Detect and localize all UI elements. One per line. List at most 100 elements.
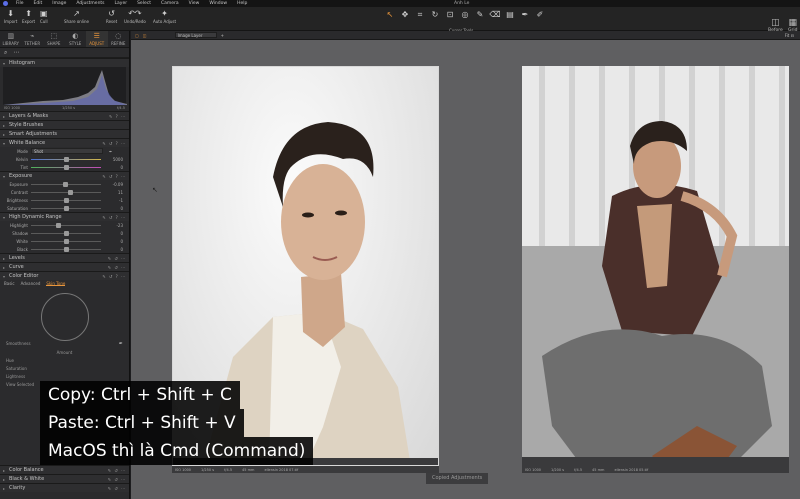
highlight-value[interactable]: -23 xyxy=(101,223,123,228)
annotate-tool-icon[interactable]: ✐ xyxy=(534,10,546,20)
section-controls-icon[interactable]: ✎ ↺ ? ⋯ xyxy=(102,215,126,220)
menu-select[interactable]: Select xyxy=(132,0,156,7)
menu-image[interactable]: Image xyxy=(47,0,71,7)
pointer-tool-icon[interactable]: ↖ xyxy=(384,10,396,20)
keystone-tool-icon[interactable]: ⊡ xyxy=(444,10,456,20)
contrast-value[interactable]: 11 xyxy=(101,190,123,195)
wb-picker-icon[interactable]: ✒ xyxy=(109,149,112,154)
tab-library[interactable]: ▥ LIBRARY xyxy=(0,31,22,47)
layer-select[interactable]: Image Layer xyxy=(174,32,217,38)
black-track[interactable] xyxy=(31,246,101,252)
section-controls-icon[interactable]: ✎ ↺ ⋯ xyxy=(108,477,126,482)
curve-header[interactable]: ▸ Curve ✎ ↺ ⋯ xyxy=(0,262,129,271)
kelvin-knob[interactable] xyxy=(64,156,69,162)
menu-view[interactable]: View xyxy=(184,0,205,7)
tint-knob[interactable] xyxy=(64,164,69,170)
exposure-knob[interactable] xyxy=(63,181,69,187)
section-controls-icon[interactable]: ✎ ↺ ⋯ xyxy=(108,468,126,473)
crop-tool-icon[interactable]: ⌗ xyxy=(414,10,426,20)
reset-button[interactable]: ↺ Reset xyxy=(106,9,117,24)
brush-tool-icon[interactable]: ✎ xyxy=(474,10,486,20)
shadow-knob[interactable] xyxy=(64,230,69,236)
contrast-track[interactable] xyxy=(31,189,101,195)
tab-refine[interactable]: ◌ REFINE xyxy=(108,31,130,47)
brightness-knob[interactable] xyxy=(64,197,69,203)
ce-tab-basic[interactable]: Basic xyxy=(4,281,15,286)
smart-adjustments-header[interactable]: ▸ Smart Adjustments xyxy=(0,129,129,138)
highlight-knob[interactable] xyxy=(55,222,61,228)
menu-help[interactable]: Help xyxy=(232,0,252,7)
exposure-header[interactable]: ▾ Exposure ✎ ↺ ? ⋯ xyxy=(0,171,129,180)
section-controls-icon[interactable]: ✎ ↺ ⋯ xyxy=(108,265,126,270)
gradient-tool-icon[interactable]: ▤ xyxy=(504,10,516,20)
hdr-header[interactable]: ▾ High Dynamic Range ✎ ↺ ? ⋯ xyxy=(0,212,129,221)
photo-portrait-2[interactable] xyxy=(522,66,789,466)
eraser-tool-icon[interactable]: ⌫ xyxy=(489,10,501,20)
auto-adjust-button[interactable]: ✦ Auto Adjust xyxy=(153,9,176,24)
tint-value[interactable]: 0 xyxy=(101,165,123,170)
tab-style[interactable]: ◐ STYLE xyxy=(65,31,87,47)
wb-mode-select[interactable]: Shot xyxy=(31,148,103,154)
ce-tab-advanced[interactable]: Advanced xyxy=(21,281,41,286)
shadow-track[interactable] xyxy=(31,230,101,236)
zoom-fit-icon[interactable]: Fit ⊟ xyxy=(785,33,794,38)
exposure-value[interactable]: -0.09 xyxy=(101,182,123,187)
histogram-header[interactable]: ▾ Histogram xyxy=(0,58,129,67)
black-knob[interactable] xyxy=(64,246,69,252)
cull-button[interactable]: ▣ Cull xyxy=(40,9,48,24)
clarity-header[interactable]: ▸ Clarity ✎ ↺ ⋯ xyxy=(0,483,129,492)
single-view-icon[interactable]: ▢ xyxy=(135,33,139,38)
section-controls-icon[interactable]: ✎ ↺ ? ⋯ xyxy=(102,274,126,279)
add-layer-icon[interactable]: + xyxy=(221,33,224,38)
multi-view-icon[interactable]: ◫ xyxy=(143,33,147,38)
section-controls-icon[interactable]: ✎ ? ⋯ xyxy=(109,114,126,119)
section-controls-icon[interactable]: ✎ ↺ ? ⋯ xyxy=(102,141,126,146)
section-controls-icon[interactable]: ✎ ↺ ⋯ xyxy=(108,486,126,491)
white-balance-header[interactable]: ▾ White Balance ✎ ↺ ? ⋯ xyxy=(0,138,129,147)
white-value[interactable]: 0 xyxy=(101,239,123,244)
ellipsis-icon[interactable]: ⋯ xyxy=(13,49,19,56)
pan-tool-icon[interactable]: ✥ xyxy=(399,10,411,20)
levels-header[interactable]: ▸ Levels ✎ ↺ ⋯ xyxy=(0,253,129,262)
menu-edit[interactable]: Edit xyxy=(29,0,48,7)
tint-track[interactable] xyxy=(31,164,101,170)
exposure-track[interactable] xyxy=(31,181,101,187)
menu-window[interactable]: Window xyxy=(204,0,232,7)
layers-masks-header[interactable]: ▸ Layers & Masks ✎ ? ⋯ xyxy=(0,111,129,120)
tab-tether[interactable]: ⌁ TETHER xyxy=(22,31,44,47)
section-controls-icon[interactable]: ✎ ↺ ⋯ xyxy=(108,256,126,261)
menu-adjustments[interactable]: Adjustments xyxy=(71,0,109,7)
shadow-value[interactable]: 0 xyxy=(101,231,123,236)
style-brushes-header[interactable]: ▸ Style Brushes xyxy=(0,120,129,129)
saturation-track[interactable] xyxy=(31,205,101,211)
contrast-knob[interactable] xyxy=(67,189,73,195)
section-controls-icon[interactable]: ✎ ↺ ? ⋯ xyxy=(102,174,126,179)
black-value[interactable]: 0 xyxy=(101,247,123,252)
saturation-knob[interactable] xyxy=(64,205,69,211)
skin-tone-color-wheel[interactable] xyxy=(40,293,89,341)
menu-layer[interactable]: Layer xyxy=(110,0,133,7)
spot-tool-icon[interactable]: ◎ xyxy=(459,10,471,20)
brightness-track[interactable] xyxy=(31,197,101,203)
undo-redo-button[interactable]: ↶↷ Undo/Redo xyxy=(124,9,146,24)
kelvin-track[interactable] xyxy=(31,156,101,162)
picker-tool-icon[interactable]: ✒ xyxy=(519,10,531,20)
menu-camera[interactable]: Camera xyxy=(156,0,184,7)
highlight-track[interactable] xyxy=(31,222,101,228)
kelvin-value[interactable]: 5000 xyxy=(101,157,123,162)
import-button[interactable]: ⬇ Import xyxy=(4,9,17,24)
export-button[interactable]: ⬆ Export xyxy=(22,9,35,24)
tab-shape[interactable]: ⬚ SHAPE xyxy=(43,31,65,47)
color-picker-icon[interactable]: ✒ xyxy=(119,341,123,349)
color-editor-header[interactable]: ▾ Color Editor ✎ ↺ ? ⋯ xyxy=(0,271,129,280)
black-white-header[interactable]: ▸ Black & White ✎ ↺ ⋯ xyxy=(0,474,129,483)
share-online-button[interactable]: ↗ Share online xyxy=(64,9,89,24)
ce-tab-skin-tone[interactable]: Skin Tone xyxy=(46,281,66,286)
white-track[interactable] xyxy=(31,238,101,244)
tab-adjust[interactable]: ☰ ADJUST xyxy=(86,31,108,47)
white-knob[interactable] xyxy=(64,238,69,244)
rotate-tool-icon[interactable]: ↻ xyxy=(429,10,441,20)
search-icon[interactable]: ⌕ xyxy=(4,49,7,57)
menu-file[interactable]: File xyxy=(11,0,29,7)
saturation-value[interactable]: 0 xyxy=(101,206,123,211)
